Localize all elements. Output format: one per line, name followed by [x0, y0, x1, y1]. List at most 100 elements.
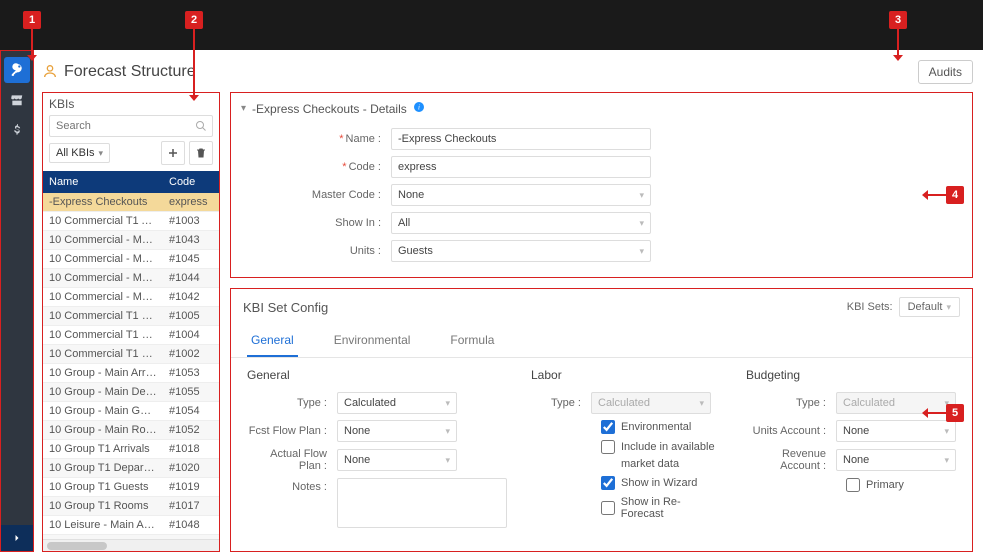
revenue-account-select[interactable]: None▾ [836, 449, 956, 471]
label-actual: Actual Flow Plan : [247, 448, 337, 472]
col-code[interactable]: Code [163, 171, 219, 193]
cell-name: 10 Group - Main Rooms [43, 421, 163, 440]
info-icon[interactable]: i [413, 101, 425, 116]
chevron-down-icon: ▾ [639, 218, 644, 229]
tab-formula[interactable]: Formula [446, 325, 498, 357]
cell-code: #1002 [163, 345, 219, 364]
chevron-down-icon: ▾ [944, 426, 949, 437]
label-master-code: Master Code : [291, 189, 391, 201]
budgeting-section: Budgeting Type : Calculated▾ Units Accou… [746, 368, 956, 541]
units-account-select[interactable]: None▾ [836, 420, 956, 442]
table-row[interactable]: 10 Commercial T1 Arrivals#1003 [43, 212, 219, 231]
tab-general[interactable]: General [247, 325, 298, 357]
cell-code: #1018 [163, 440, 219, 459]
show-in-select[interactable]: All▾ [391, 212, 651, 234]
labor-section: Labor Type : Calculated▾ Environmental I… [531, 368, 722, 541]
cell-name: 10 Commercial T1 Rooms [43, 345, 163, 364]
table-row[interactable]: 10 Commercial T1 Departu...#1005 [43, 307, 219, 326]
table-row[interactable]: 10 Group T1 Guests#1019 [43, 478, 219, 497]
kbi-filter-select[interactable]: All KBIs ▾ [49, 143, 110, 163]
cell-code: #1043 [163, 231, 219, 250]
callout-2: 2 [185, 11, 203, 29]
budget-type-select: Calculated▾ [836, 392, 956, 414]
nav-store-icon[interactable] [4, 87, 30, 113]
nav-dollar-icon[interactable] [4, 117, 30, 143]
table-row[interactable]: 10 Group - Main Rooms#1052 [43, 421, 219, 440]
table-row[interactable]: 10 Commercial - Main Gue...#1044 [43, 269, 219, 288]
table-row[interactable]: 10 Commercial T1 Guests#1004 [43, 326, 219, 345]
svg-text:i: i [418, 104, 420, 112]
cell-name: 10 Commercial - Main Roo... [43, 288, 163, 307]
chk-show-wizard[interactable] [601, 476, 615, 490]
chk-show-reforecast[interactable] [601, 501, 615, 515]
chevron-down-icon: ▾ [99, 148, 104, 159]
cell-name: 10 Group T1 Guests [43, 478, 163, 497]
chevron-down-icon: ▾ [639, 246, 644, 257]
cell-code: #1003 [163, 212, 219, 231]
label-notes: Notes : [247, 478, 337, 493]
table-row[interactable]: 10 Commercial T1 Rooms#1002 [43, 345, 219, 364]
chevron-down-icon: ▾ [946, 302, 951, 313]
budgeting-heading: Budgeting [746, 368, 956, 382]
horizontal-scrollbar[interactable] [43, 539, 219, 551]
cell-name: 10 Leisure - Main Arrivals [43, 516, 163, 535]
actual-flow-select[interactable]: None▾ [337, 449, 457, 471]
page-title: Forecast Structure [64, 63, 196, 81]
table-row[interactable]: 10 Group T1 Rooms#1017 [43, 497, 219, 516]
tab-environmental[interactable]: Environmental [330, 325, 415, 357]
table-row[interactable]: 10 Group - Main Arrivals#1053 [43, 364, 219, 383]
chk-primary[interactable] [846, 478, 860, 492]
collapse-icon[interactable]: ▾ [241, 103, 246, 114]
labor-heading: Labor [531, 368, 722, 382]
cell-name: 10 Commercial - Main De... [43, 250, 163, 269]
cell-name: -Express Checkouts [43, 193, 163, 212]
kbi-sets-label: KBI Sets: [847, 301, 893, 313]
cell-name: 10 Commercial - Main Arri... [43, 231, 163, 250]
nav-expand-button[interactable] [1, 525, 33, 551]
cell-code: #1020 [163, 459, 219, 478]
col-name[interactable]: Name [43, 171, 163, 193]
chevron-down-icon: ▾ [639, 190, 644, 201]
kbi-search-input[interactable] [49, 115, 213, 137]
code-input[interactable] [391, 156, 651, 178]
kbi-list-panel: KBIs All KBIs ▾ [42, 92, 220, 552]
chk-environmental[interactable] [601, 420, 615, 434]
label-name: *Name : [291, 133, 391, 145]
table-row[interactable]: 10 Commercial - Main Roo...#1042 [43, 288, 219, 307]
labor-type-select: Calculated▾ [591, 392, 711, 414]
callout-1: 1 [23, 11, 41, 29]
kbi-sets-select[interactable]: Default▾ [899, 297, 960, 317]
delete-kbi-button[interactable] [189, 141, 213, 165]
notes-textarea[interactable] [337, 478, 507, 528]
label-budget-type: Type : [746, 397, 836, 409]
chevron-down-icon: ▾ [445, 426, 450, 437]
label-units-account: Units Account : [746, 425, 836, 437]
general-type-select[interactable]: Calculated▾ [337, 392, 457, 414]
add-kbi-button[interactable] [161, 141, 185, 165]
fcst-flow-select[interactable]: None▾ [337, 420, 457, 442]
chevron-down-icon: ▾ [445, 398, 450, 409]
cell-name: 10 Group - Main Arrivals [43, 364, 163, 383]
cell-code: #1017 [163, 497, 219, 516]
table-row[interactable]: -Express Checkoutsexpress [43, 193, 219, 212]
master-code-select[interactable]: None▾ [391, 184, 651, 206]
table-row[interactable]: 10 Group - Main Departures#1055 [43, 383, 219, 402]
kbi-set-config-panel: KBI Set Config KBI Sets: Default▾ Genera… [230, 288, 973, 552]
callout-5: 5 [946, 404, 964, 422]
units-select[interactable]: Guests▾ [391, 240, 651, 262]
chevron-down-icon: ▾ [944, 455, 949, 466]
label-labor-type: Type : [531, 397, 591, 409]
table-row[interactable]: 10 Group T1 Departures#1020 [43, 459, 219, 478]
table-row[interactable]: 10 Group T1 Arrivals#1018 [43, 440, 219, 459]
cell-code: #1053 [163, 364, 219, 383]
table-row[interactable]: 10 Commercial - Main Arri...#1043 [43, 231, 219, 250]
table-row[interactable]: 10 Group - Main Guests#1054 [43, 402, 219, 421]
cell-name: 10 Commercial T1 Arrivals [43, 212, 163, 231]
table-row[interactable]: 10 Commercial - Main De...#1045 [43, 250, 219, 269]
table-row[interactable]: 10 Leisure - Main Arrivals#1048 [43, 516, 219, 535]
name-input[interactable] [391, 128, 651, 150]
audits-button[interactable]: Audits [918, 60, 973, 84]
lbl-primary: Primary [866, 479, 904, 491]
chk-include-available[interactable] [601, 440, 615, 454]
lbl-environmental: Environmental [621, 421, 691, 433]
